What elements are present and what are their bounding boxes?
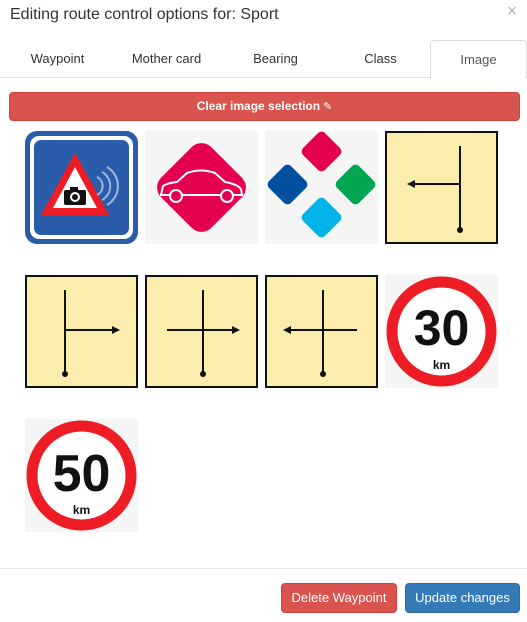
speed-limit-50-unit: km [73,503,90,517]
modal-title: Editing route control options for: Sport [10,6,279,23]
car-diamond-image[interactable] [145,131,258,244]
clear-image-selection-label: Clear image selection [196,99,321,113]
tulip-turn-left-image[interactable] [385,131,498,244]
tab-image[interactable]: Image [430,40,527,79]
tulip-turn-right-image[interactable] [25,275,138,388]
modal-footer: Delete Waypoint Update changes [0,568,527,622]
tab-mother-card[interactable]: Mother card [109,40,224,78]
speed-limit-30-image[interactable]: 30 km [385,275,498,388]
tulip-crossroad-straight-right-image[interactable] [145,275,258,388]
tab-class[interactable]: Class [323,40,438,78]
delete-waypoint-button[interactable]: Delete Waypoint [281,583,397,613]
clear-image-selection-button[interactable]: Clear image selection ✎ [9,92,520,121]
tab-bar: Waypoint Mother card Bearing Class Image [0,40,527,79]
update-changes-button[interactable]: Update changes [405,583,520,613]
colored-diamonds-image[interactable] [265,131,378,244]
speed-limit-30-number: 30 [414,300,470,356]
speed-limit-50-number: 50 [53,445,111,503]
tab-waypoint[interactable]: Waypoint [0,40,115,78]
tab-bearing[interactable]: Bearing [218,40,333,78]
speed-limit-50-image[interactable]: 50 km [25,419,138,532]
magic-wand-icon: ✎ [323,100,333,113]
modal-header: Editing route control options for: Sport… [0,0,527,40]
speed-camera-sign-image[interactable] [25,131,138,244]
speed-limit-30-unit: km [433,358,450,372]
tulip-crossroad-straight-left-image[interactable] [265,275,378,388]
close-icon[interactable]: × [506,3,518,19]
